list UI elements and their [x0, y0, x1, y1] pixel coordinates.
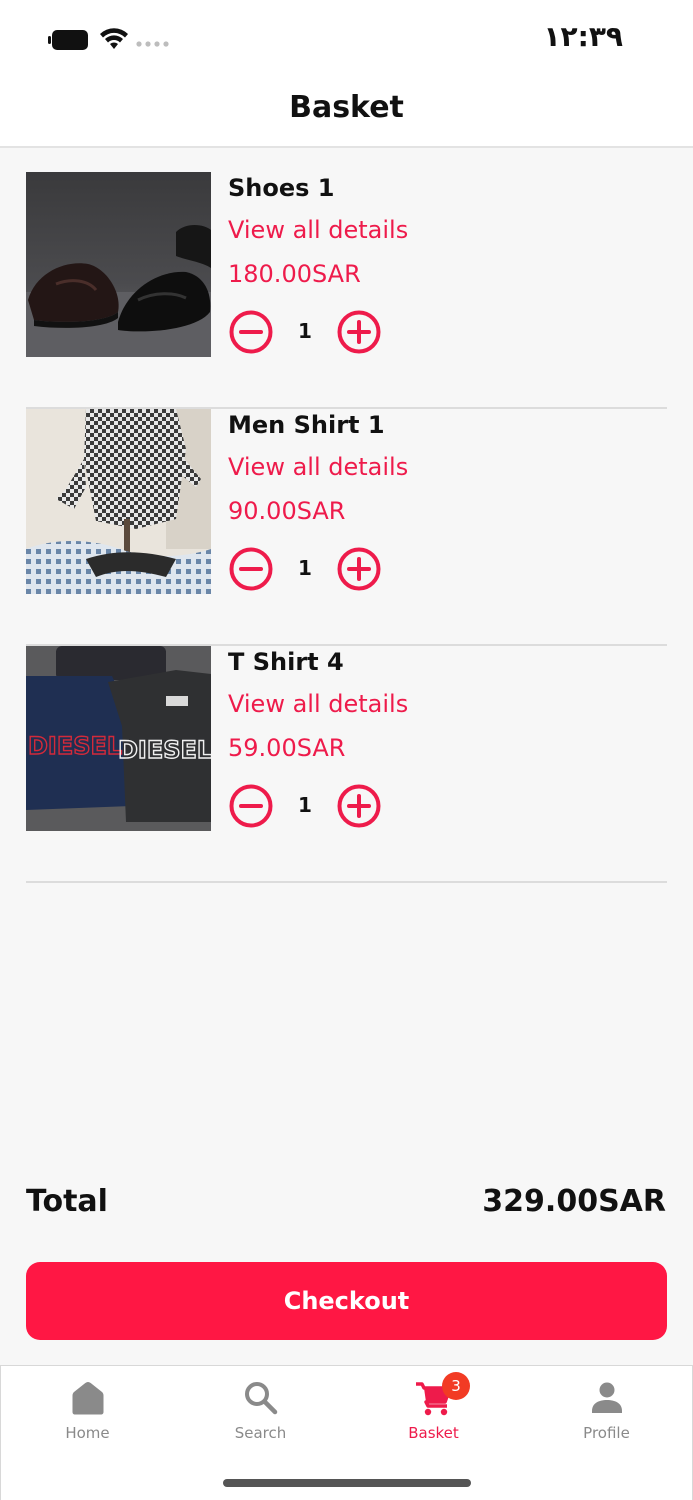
status-time: ١٢:٣٩: [543, 20, 623, 53]
search-icon: [244, 1382, 277, 1415]
tab-label: Basket: [408, 1424, 459, 1442]
home-indicator: [223, 1479, 471, 1487]
product-price: 90.00SAR: [228, 497, 346, 525]
decrease-quantity-button[interactable]: [228, 783, 274, 829]
total-value: 329.00SAR: [482, 1184, 666, 1219]
decrease-quantity-button[interactable]: [228, 309, 274, 355]
basket-item-list: Shoes 1 View all details 180.00SAR 1 Men…: [26, 172, 667, 883]
basket-screen: ١٢:٣٩ Basket Shoes 1 View all details 18…: [0, 0, 693, 1500]
tshirt-photo: DIESEL DIESEL: [26, 646, 211, 831]
view-details-link[interactable]: View all details: [228, 690, 408, 718]
shirt-photo: [26, 409, 211, 594]
product-name: T Shirt 4: [228, 648, 344, 676]
basket-item: DIESEL DIESEL T Shirt 4 View all details…: [26, 646, 667, 883]
product-image-shirt[interactable]: [26, 409, 211, 594]
page-title: Basket: [289, 90, 404, 125]
battery-icon: [48, 30, 88, 50]
tab-profile[interactable]: Profile: [520, 1366, 693, 1456]
product-image-tshirt[interactable]: DIESEL DIESEL: [26, 646, 211, 831]
quantity-value: 1: [298, 793, 312, 817]
cart-count-badge: 3: [442, 1372, 470, 1400]
quantity-stepper: 1: [228, 546, 388, 592]
tab-home[interactable]: Home: [1, 1366, 174, 1456]
quantity-value: 1: [298, 319, 312, 343]
tab-search[interactable]: Search: [174, 1366, 347, 1456]
home-icon: [72, 1382, 103, 1415]
wifi-icon: [100, 28, 128, 49]
basket-item: Men Shirt 1 View all details 90.00SAR 1: [26, 409, 667, 646]
shoes-photo: [26, 172, 211, 357]
decrease-quantity-button[interactable]: [228, 546, 274, 592]
product-price: 180.00SAR: [228, 260, 361, 288]
tshirt-print-red: DIESEL: [28, 732, 122, 760]
tab-label: Profile: [583, 1424, 630, 1442]
person-icon: [591, 1382, 622, 1413]
header: Basket: [0, 78, 693, 148]
basket-item: Shoes 1 View all details 180.00SAR 1: [26, 172, 667, 409]
view-details-link[interactable]: View all details: [228, 216, 408, 244]
quantity-stepper: 1: [228, 783, 388, 829]
product-name: Shoes 1: [228, 174, 335, 202]
status-bar: ١٢:٣٩: [0, 0, 693, 78]
quantity-value: 1: [298, 556, 312, 580]
product-price: 59.00SAR: [228, 734, 346, 762]
signal-icon: [136, 41, 169, 47]
view-details-link[interactable]: View all details: [228, 453, 408, 481]
product-name: Men Shirt 1: [228, 411, 385, 439]
tab-label: Search: [234, 1424, 287, 1442]
product-image-shoes[interactable]: [26, 172, 211, 357]
quantity-stepper: 1: [228, 309, 388, 355]
increase-quantity-button[interactable]: [336, 309, 382, 355]
tshirt-print-white: DIESEL: [118, 736, 211, 764]
tab-basket[interactable]: 3 Basket: [347, 1366, 520, 1456]
checkout-button[interactable]: Checkout: [26, 1262, 667, 1340]
total-label: Total: [26, 1184, 108, 1219]
increase-quantity-button[interactable]: [336, 546, 382, 592]
increase-quantity-button[interactable]: [336, 783, 382, 829]
tab-label: Home: [65, 1424, 110, 1442]
